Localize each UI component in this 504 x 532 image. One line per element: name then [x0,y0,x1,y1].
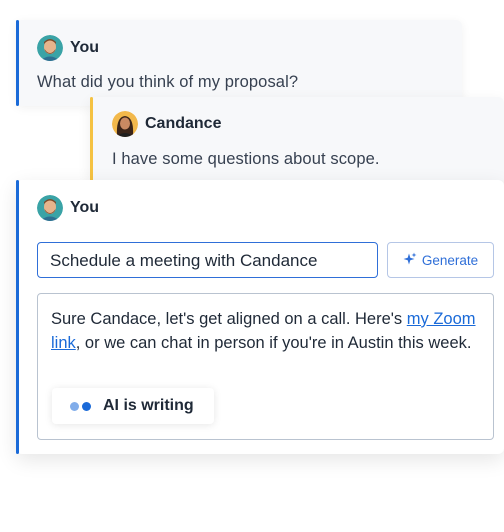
sender-name: You [70,199,100,216]
ai-writing-indicator: AI is writing [52,388,214,424]
composer-card: You Schedule a meeting with Candance Gen… [16,180,504,454]
candance-accent-bar [90,97,93,183]
sparkle-icon [403,252,417,269]
message-header: Candance [112,111,221,137]
draft-output: Sure Candace, let's get aligned on a cal… [37,293,494,440]
generate-label: Generate [421,252,479,268]
user-avatar [37,35,63,61]
prompt-input[interactable]: Schedule a meeting with Candance [37,242,378,278]
sender-name: You [70,39,100,56]
you-accent-bar [16,180,19,454]
composer-header: You [37,195,99,221]
message-text: I have some questions about scope. [112,150,380,168]
typing-dots-icon [70,401,91,411]
candance-avatar [112,111,138,137]
message-header: You [37,35,99,61]
user-avatar [37,195,63,221]
message-card-you: You What did you think of my proposal? [16,20,462,106]
sender-name: Candance [145,115,222,132]
generate-button[interactable]: Generate [387,242,494,278]
draft-text-start: Sure Candace, let's get aligned on a cal… [51,310,407,328]
message-text: What did you think of my proposal? [37,73,299,91]
you-accent-bar [16,20,19,106]
ai-status-label: AI is writing [103,397,194,414]
draft-text: Sure Candace, let's get aligned on a cal… [51,307,481,355]
draft-text-end: , or we can chat in person if you're in … [75,334,472,352]
message-card-candance: Candance I have some questions about sco… [90,97,504,183]
